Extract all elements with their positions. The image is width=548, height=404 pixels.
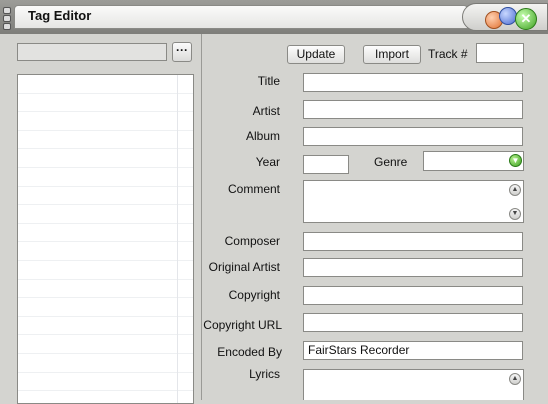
file-list-row[interactable] [18, 224, 193, 243]
comment-textarea[interactable] [303, 180, 524, 223]
file-list-row[interactable] [18, 149, 193, 168]
file-list-row[interactable] [18, 280, 193, 299]
file-list[interactable] [17, 74, 194, 404]
close-button[interactable]: ✕ [515, 8, 537, 30]
composer-label: Composer [224, 234, 280, 248]
import-button[interactable]: Import [363, 45, 421, 64]
file-list-row[interactable] [18, 261, 193, 280]
lyrics-textarea[interactable] [303, 369, 524, 400]
copyright-url-label: Copyright URL [203, 318, 282, 332]
file-list-row[interactable] [18, 112, 193, 131]
file-list-row[interactable] [18, 391, 193, 403]
title-label: Title [257, 74, 280, 88]
file-list-row[interactable] [18, 187, 193, 206]
scroll-down-icon[interactable]: ▼ [509, 208, 521, 220]
copyright-label: Copyright [228, 288, 280, 302]
copyright-url-input[interactable] [303, 313, 523, 332]
file-list-row[interactable] [18, 354, 193, 373]
window-title: Tag Editor [28, 8, 92, 23]
track-label: Track # [428, 47, 468, 61]
track-input[interactable] [476, 43, 524, 63]
file-list-row[interactable] [18, 131, 193, 150]
update-button[interactable]: Update [287, 45, 345, 64]
window-controls: ✕ [462, 3, 548, 31]
artist-label: Artist [252, 104, 280, 118]
year-input[interactable] [303, 155, 349, 174]
title-bar: Tag Editor ✕ [0, 0, 548, 34]
scroll-up-icon[interactable]: ▲ [509, 184, 521, 196]
file-list-row[interactable] [18, 298, 193, 317]
comment-label: Comment [227, 182, 280, 196]
encoded-by-input[interactable]: FairStars Recorder [303, 341, 523, 360]
original-artist-input[interactable] [303, 258, 523, 277]
grip-icon[interactable] [3, 6, 11, 30]
scroll-up-icon[interactable]: ▲ [509, 373, 521, 385]
original-artist-label: Original Artist [208, 260, 280, 274]
album-input[interactable] [303, 127, 523, 146]
folder-path-input[interactable] [17, 43, 167, 61]
browse-button[interactable]: ··· [172, 42, 192, 62]
year-label: Year [255, 155, 280, 169]
dropdown-arrow-icon[interactable]: ▼ [509, 154, 522, 167]
file-list-row[interactable] [18, 75, 193, 94]
composer-input[interactable] [303, 232, 523, 251]
lyrics-label: Lyrics [249, 367, 280, 381]
file-list-row[interactable] [18, 94, 193, 113]
file-list-row[interactable] [18, 373, 193, 392]
file-list-row[interactable] [18, 168, 193, 187]
artist-input[interactable] [303, 100, 523, 119]
genre-label: Genre [374, 155, 408, 169]
column-divider [177, 75, 178, 403]
title-input[interactable] [303, 73, 523, 92]
file-list-row[interactable] [18, 242, 193, 261]
file-list-row[interactable] [18, 205, 193, 224]
file-browser-panel: ··· [5, 34, 202, 404]
file-list-row[interactable] [18, 335, 193, 354]
file-list-row[interactable] [18, 317, 193, 336]
album-label: Album [245, 129, 280, 143]
copyright-input[interactable] [303, 286, 523, 305]
encoded-by-label: Encoded By [217, 345, 282, 359]
